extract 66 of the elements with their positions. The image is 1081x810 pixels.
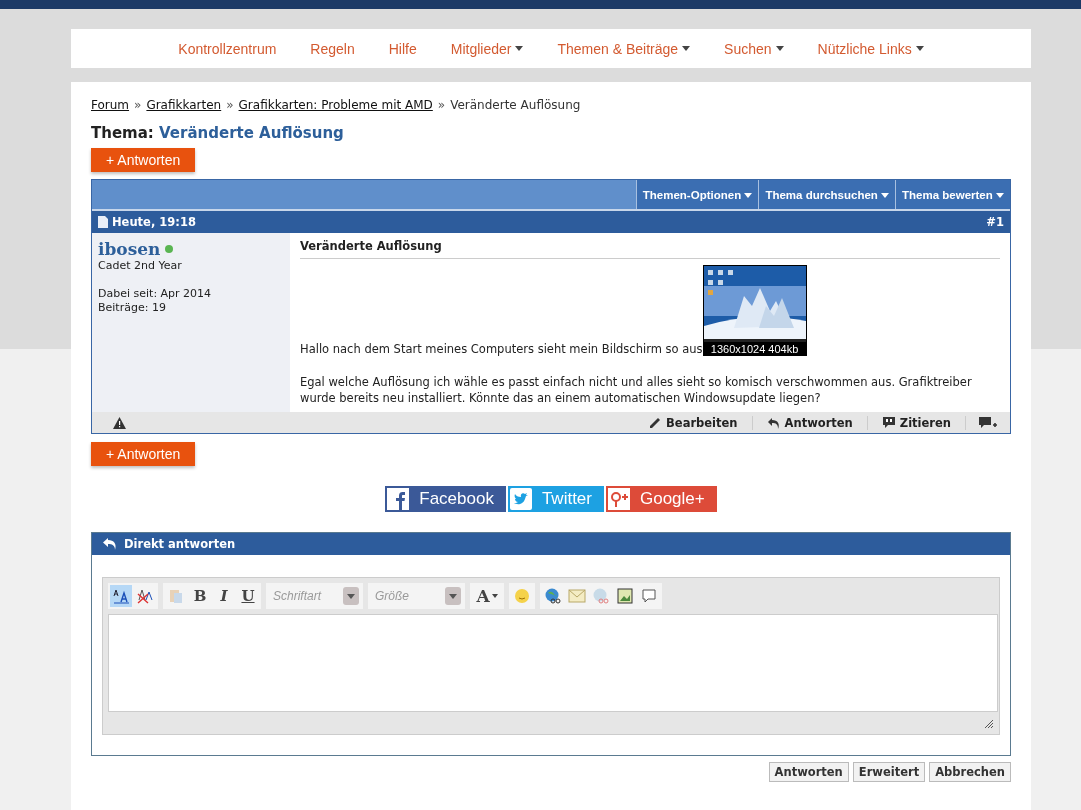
breadcrumb-separator: » [226, 98, 234, 112]
caret-icon [744, 192, 753, 198]
caret-icon [775, 46, 784, 51]
thread-label: Thema: [91, 124, 154, 142]
breadcrumb-separator: » [437, 98, 446, 112]
underline-button[interactable]: U [237, 585, 259, 607]
post-title: Veränderte Auflösung [300, 239, 1000, 259]
nav-link[interactable]: Suchen [724, 40, 784, 57]
image-button[interactable] [614, 585, 636, 607]
nav-link[interactable]: Themen & Beiträge [557, 40, 691, 57]
bird-icon [509, 488, 532, 510]
caret-icon [996, 192, 1004, 198]
breadcrumb-link[interactable]: Grafikkarten: Probleme mit AMD [238, 98, 433, 112]
message-input[interactable] [108, 614, 998, 712]
thread-title: Veränderte Auflösung [159, 124, 344, 142]
share-button[interactable]: Google+ [606, 486, 717, 512]
post-count: Beiträge: 19 [98, 301, 167, 315]
pencil-icon [648, 415, 663, 430]
nav-link[interactable]: Mitglieder [450, 40, 524, 57]
facebook-icon [387, 488, 410, 510]
breadcrumb-link[interactable]: Grafikkarten [146, 98, 222, 112]
clipboard-icon [168, 588, 184, 604]
google-plus-icon [608, 488, 630, 510]
join-date: Dabei seit: Apr 2014 [98, 287, 213, 301]
post-date: Heute, 19:18 [112, 215, 196, 229]
edit-button[interactable]: Bearbeiten [634, 415, 753, 430]
breadcrumb-current: Veränderte Auflösung [450, 98, 581, 112]
document-icon [98, 216, 108, 228]
multi-quote-icon[interactable] [978, 415, 998, 430]
post-text: Hallo nach dem Start meines Computers sieht mein Bildschirm so aus [300, 342, 703, 356]
text-color-button[interactable]: A [472, 585, 502, 607]
italic-button[interactable]: I [213, 585, 235, 607]
nav-link[interactable]: Hilfe [388, 40, 417, 57]
image-caption: 1360x1024 404kb [709, 343, 800, 356]
nav-link[interactable]: Regeln [310, 40, 355, 57]
reply-button[interactable]: + Antworten [91, 148, 196, 172]
caret-icon [491, 594, 498, 598]
caret-icon [682, 46, 691, 51]
nav-link[interactable]: Nützliche Links [817, 40, 924, 57]
thread-tool-menu[interactable]: Thema bewerten [895, 180, 1010, 209]
breadcrumb-separator: » [134, 98, 142, 112]
reply-button[interactable]: + Antworten [91, 442, 196, 466]
quote-button[interactable]: Zitieren [867, 415, 966, 430]
warning-icon[interactable] [113, 416, 126, 429]
thread-tool-menu[interactable]: Thema durchsuchen [758, 180, 896, 209]
speech-bubble-icon [881, 415, 896, 430]
username[interactable]: ibosen [98, 239, 161, 259]
caret-icon [515, 46, 524, 51]
nav-link[interactable]: Kontrollzentrum [178, 40, 277, 57]
thread-tool-menu[interactable]: Themen-Optionen [635, 180, 759, 209]
form-button[interactable]: Erweitert [852, 762, 926, 782]
share-button[interactable]: Twitter [507, 486, 604, 512]
form-button[interactable]: Antworten [768, 762, 849, 782]
text-mode-toggle[interactable] [110, 585, 132, 607]
reply-link[interactable]: Antworten [752, 415, 868, 430]
caret-icon [915, 46, 924, 51]
breadcrumb-link[interactable]: Forum [91, 98, 130, 112]
user-rank: Cadet 2nd Year [98, 259, 183, 273]
bold-button[interactable]: B [189, 585, 211, 607]
form-button[interactable]: Abbrechen [929, 762, 1011, 782]
caret-icon [881, 192, 890, 198]
resize-handle-icon[interactable] [984, 719, 994, 729]
quick-reply-title: Direkt antworten [124, 537, 236, 551]
post-text: Egal welche Auflösung ich wähle es passt einfach nicht und alles sieht so komisch verschwommen aus. Grafiktreiber wurde bereits neu installiert. Könnte das an einem automatischen Windowsupdate liegen? [300, 374, 973, 406]
post-number[interactable]: #1 [986, 215, 1004, 229]
share-button[interactable]: Facebook [385, 486, 506, 512]
